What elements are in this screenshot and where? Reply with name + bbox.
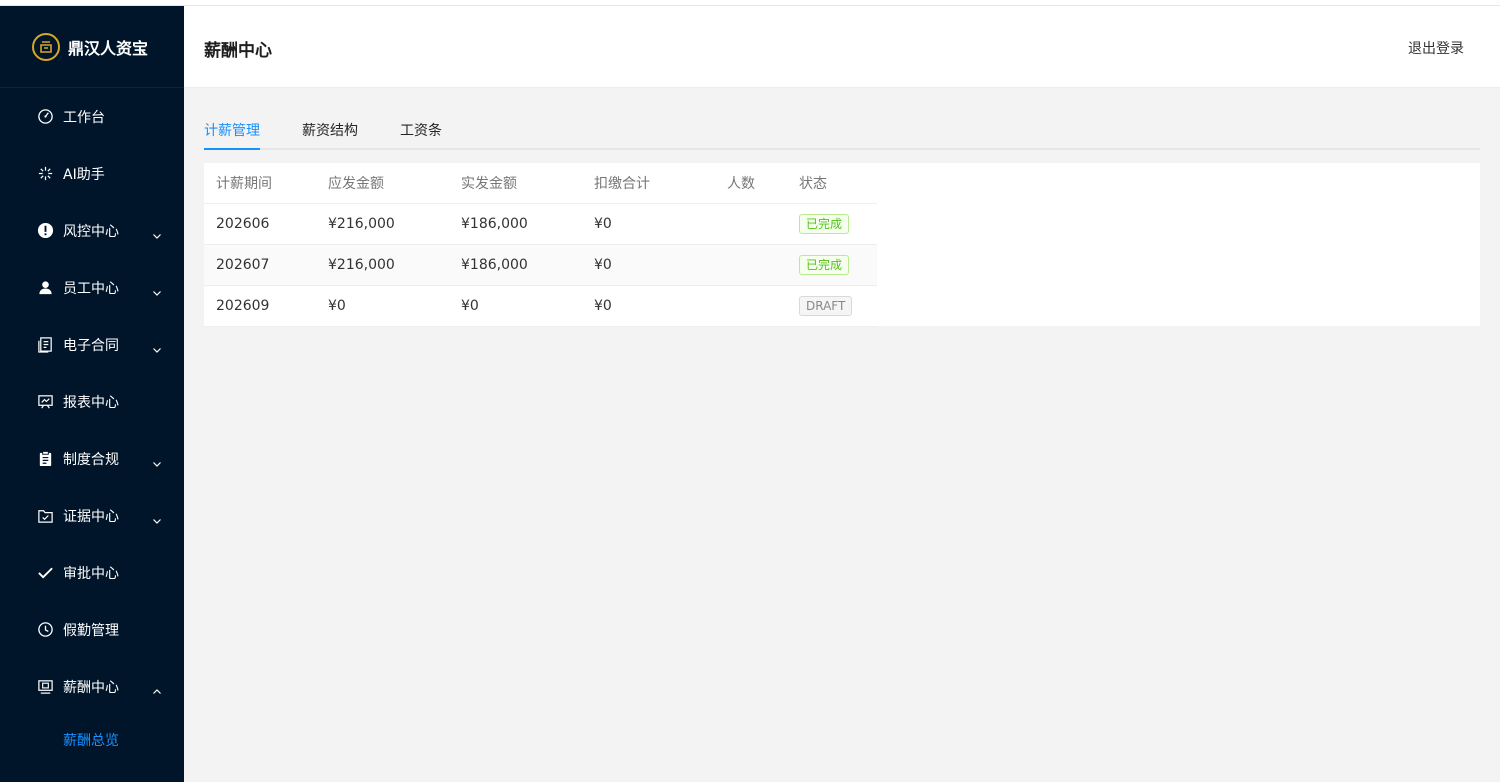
sidebar-item-evidence-center[interactable]: 证据中心 bbox=[0, 487, 184, 544]
column-header-period: 计薪期间 bbox=[204, 163, 316, 204]
table-header-row: 计薪期间 应发金额 实发金额 扣缴合计 人数 状态 bbox=[204, 163, 877, 204]
cell-deduction: ¥0 bbox=[582, 244, 715, 286]
chevron-up-icon bbox=[152, 682, 162, 694]
sidebar-item-attendance[interactable]: 假勤管理 bbox=[0, 601, 184, 658]
contract-icon bbox=[36, 336, 54, 354]
sidebar-item-ai-assistant[interactable]: AI助手 bbox=[0, 145, 184, 202]
sparkle-icon bbox=[36, 165, 54, 183]
sidebar-item-risk-center[interactable]: 风控中心 bbox=[0, 202, 184, 259]
sidebar-item-approval-center[interactable]: 审批中心 bbox=[0, 544, 184, 601]
status-badge: 已完成 bbox=[799, 254, 850, 275]
report-icon bbox=[36, 393, 54, 411]
sidebar-item-label: 工作台 bbox=[63, 109, 105, 126]
evidence-icon bbox=[36, 507, 54, 525]
cell-net: ¥186,000 bbox=[449, 203, 582, 245]
chevron-down-icon bbox=[152, 283, 162, 296]
page-header: 薪酬中心 退出登录 bbox=[184, 6, 1500, 88]
status-badge: DRAFT bbox=[799, 295, 853, 316]
cell-period: 202607 bbox=[204, 244, 316, 286]
sidebar-menu: 工作台 AI助手 风控中心 员工中心 电子合同 报表中心 制度合规 证据中心 审… bbox=[0, 88, 184, 765]
cell-gross: ¥216,000 bbox=[316, 244, 449, 286]
cell-deduction: ¥0 bbox=[582, 285, 715, 327]
main-content: 计薪管理 薪资结构 工资条 计薪期间 应发金额 实发金额 扣缴合计 人数 状态 … bbox=[184, 88, 1500, 782]
column-header-headcount: 人数 bbox=[715, 163, 787, 204]
cell-period: 202606 bbox=[204, 203, 316, 245]
clipboard-icon bbox=[36, 450, 54, 468]
column-header-deduction: 扣缴合计 bbox=[582, 163, 715, 204]
check-icon bbox=[36, 564, 54, 582]
tab-bar: 计薪管理 薪资结构 工资条 bbox=[204, 110, 1480, 150]
cell-status: 已完成 bbox=[787, 203, 877, 245]
sidebar-item-workbench[interactable]: 工作台 bbox=[0, 88, 184, 145]
tab-payroll-management[interactable]: 计薪管理 bbox=[204, 120, 260, 150]
sidebar-item-employee-center[interactable]: 员工中心 bbox=[0, 259, 184, 316]
tab-salary-structure[interactable]: 薪资结构 bbox=[302, 120, 358, 150]
sidebar-item-label: 制度合规 bbox=[63, 451, 119, 468]
cell-net: ¥0 bbox=[449, 285, 582, 327]
column-header-status: 状态 bbox=[787, 163, 877, 204]
cell-headcount bbox=[715, 285, 787, 327]
cell-status: DRAFT bbox=[787, 285, 877, 327]
sidebar-item-label: AI助手 bbox=[63, 166, 105, 183]
cell-headcount bbox=[715, 203, 787, 245]
chevron-down-icon bbox=[152, 454, 162, 467]
sidebar-item-policy-compliance[interactable]: 制度合规 bbox=[0, 430, 184, 487]
chevron-down-icon bbox=[152, 511, 162, 524]
cell-period: 202609 bbox=[204, 285, 316, 327]
table-row[interactable]: 202607 ¥216,000 ¥186,000 ¥0 已完成 bbox=[204, 244, 877, 286]
sidebar-item-salary-center[interactable]: 薪酬中心 bbox=[0, 658, 184, 715]
table-row[interactable]: 202606 ¥216,000 ¥186,000 ¥0 已完成 bbox=[204, 203, 877, 245]
sidebar-item-e-contract[interactable]: 电子合同 bbox=[0, 316, 184, 373]
sidebar-item-label: 审批中心 bbox=[63, 565, 119, 582]
tab-payslip[interactable]: 工资条 bbox=[400, 120, 442, 150]
dashboard-icon bbox=[36, 108, 54, 126]
cell-gross: ¥0 bbox=[316, 285, 449, 327]
sidebar: 鼎汉人资宝 工作台 AI助手 风控中心 员工中心 电子合同 报表中心 制度合规 … bbox=[0, 6, 184, 782]
chevron-down-icon bbox=[152, 340, 162, 353]
column-header-net: 实发金额 bbox=[449, 163, 582, 204]
sidebar-item-label: 报表中心 bbox=[63, 394, 119, 411]
payroll-table-card: 计薪期间 应发金额 实发金额 扣缴合计 人数 状态 202606 ¥216,00… bbox=[204, 163, 1480, 327]
status-badge: 已完成 bbox=[799, 213, 850, 234]
cell-gross: ¥216,000 bbox=[316, 203, 449, 245]
sidebar-item-label: 薪酬中心 bbox=[63, 679, 119, 696]
alert-icon bbox=[36, 222, 54, 240]
user-icon bbox=[36, 279, 54, 297]
salary-icon bbox=[36, 678, 54, 696]
cell-deduction: ¥0 bbox=[582, 203, 715, 245]
sidebar-item-label: 假勤管理 bbox=[63, 622, 119, 639]
sidebar-item-label: 证据中心 bbox=[63, 508, 119, 525]
sidebar-item-label: 员工中心 bbox=[63, 280, 119, 297]
sidebar-subitem-salary-overview[interactable]: 薪酬总览 bbox=[0, 715, 184, 765]
table-row[interactable]: 202609 ¥0 ¥0 ¥0 DRAFT bbox=[204, 285, 877, 327]
chevron-down-icon bbox=[152, 226, 162, 239]
brand[interactable]: 鼎汉人资宝 bbox=[0, 6, 184, 88]
clock-icon bbox=[36, 621, 54, 639]
cell-status: 已完成 bbox=[787, 244, 877, 286]
column-header-gross: 应发金额 bbox=[316, 163, 449, 204]
page-title: 薪酬中心 bbox=[204, 41, 272, 61]
logout-button[interactable]: 退出登录 bbox=[1408, 38, 1464, 58]
sidebar-item-report-center[interactable]: 报表中心 bbox=[0, 373, 184, 430]
brand-name: 鼎汉人资宝 bbox=[68, 38, 149, 58]
payroll-table: 计薪期间 应发金额 实发金额 扣缴合计 人数 状态 202606 ¥216,00… bbox=[204, 163, 877, 327]
cell-net: ¥186,000 bbox=[449, 244, 582, 286]
brand-logo-icon bbox=[32, 32, 60, 61]
cell-headcount bbox=[715, 244, 787, 286]
sidebar-item-label: 电子合同 bbox=[63, 337, 119, 354]
sidebar-item-label: 风控中心 bbox=[63, 223, 119, 240]
